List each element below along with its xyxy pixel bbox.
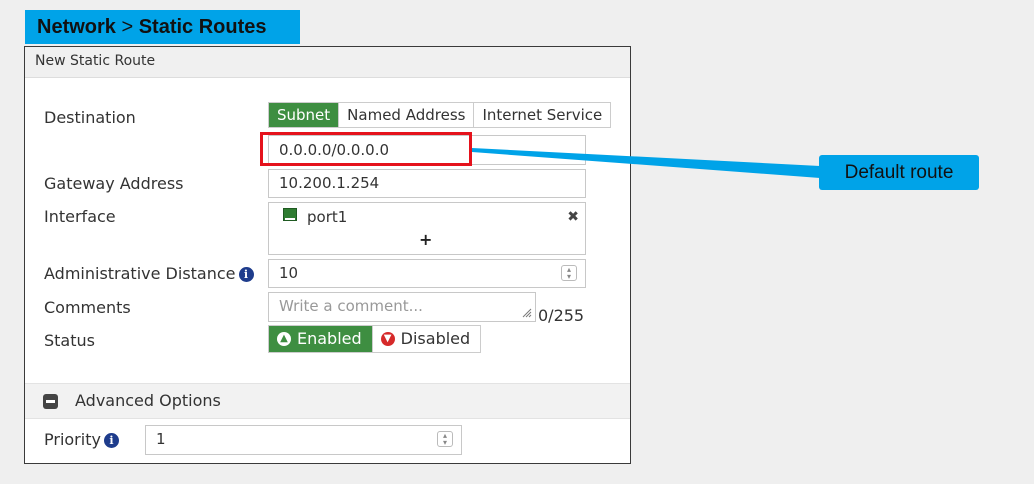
callout-connector bbox=[472, 148, 820, 178]
default-route-callout: Default route bbox=[819, 155, 979, 190]
